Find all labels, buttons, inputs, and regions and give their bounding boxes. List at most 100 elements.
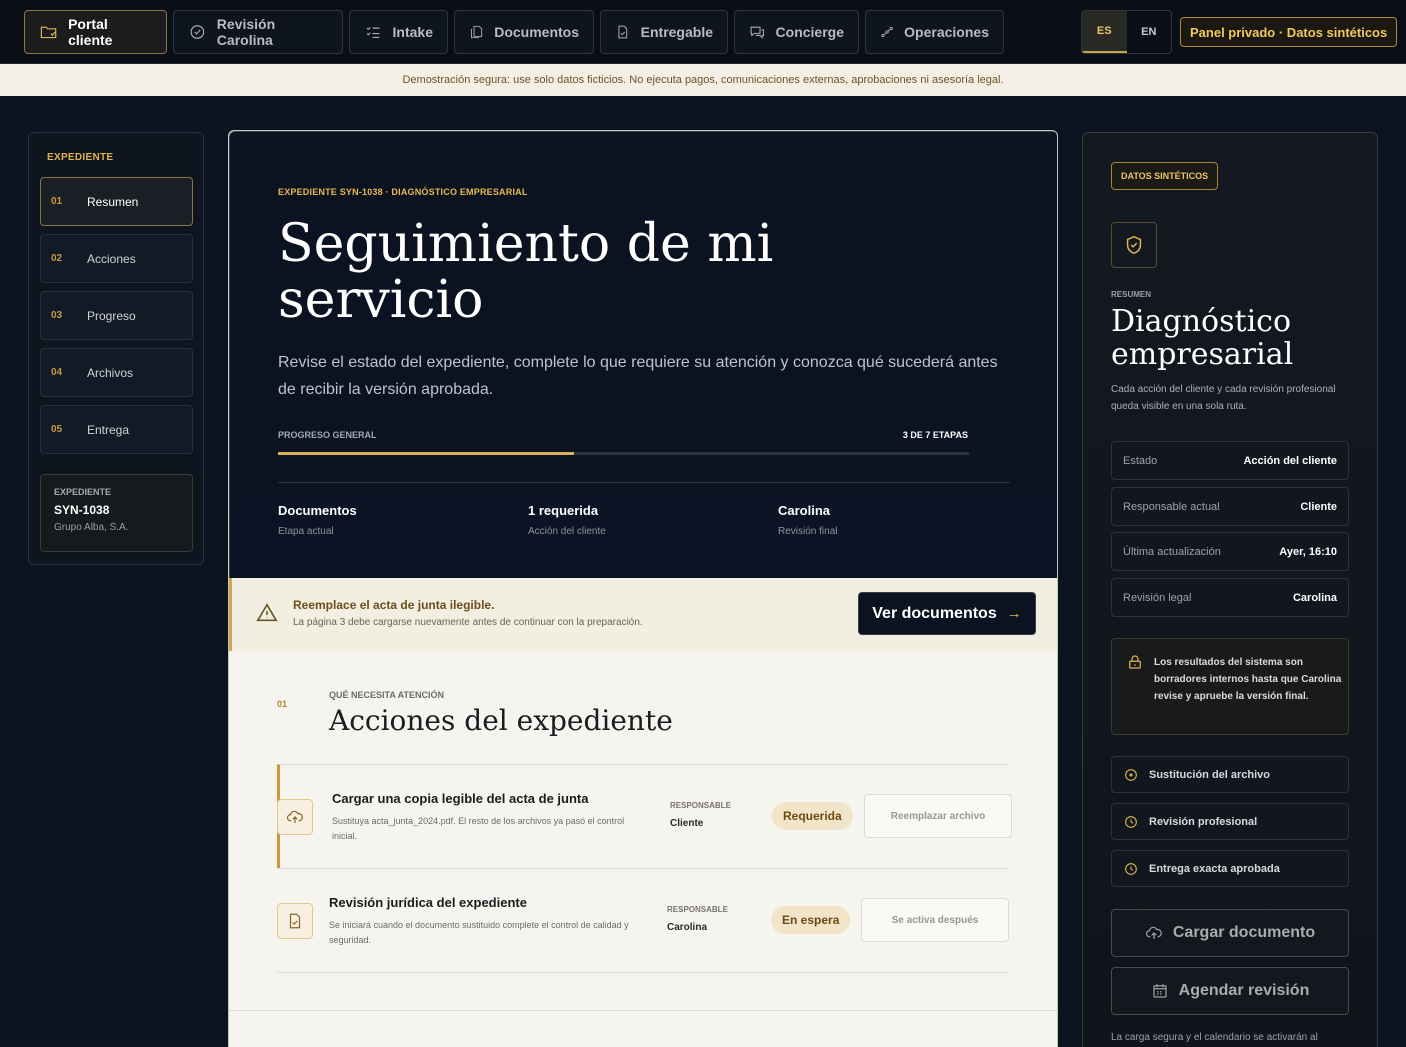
tab-revision-carolina[interactable]: Revisión Carolina: [173, 10, 343, 54]
case-card: EXPEDIENTE SYN-1038 Grupo Alba, S.A.: [40, 474, 193, 552]
section-number: 01: [277, 699, 288, 709]
action-row: Revisión jurídica del expediente Se inic…: [277, 868, 1009, 972]
owner-label: RESPONSABLE: [667, 905, 728, 914]
case-id: SYN-1038: [54, 503, 110, 517]
tab-label: Revisión Carolina: [216, 16, 276, 48]
action-description: Se iniciará cuando el documento sustitui…: [329, 920, 629, 945]
synthetic-data-badge: DATOS SINTÉTICOS: [1111, 162, 1219, 190]
step-label: Revisión profesional: [1149, 815, 1258, 828]
sidebar-item-number: 05: [51, 424, 63, 435]
list-check-icon: [366, 26, 380, 38]
stat-label: Revisión final: [778, 526, 838, 537]
action-title: Revisión jurídica del expediente: [329, 895, 527, 910]
panel-footer-note: La carga segura y el calendario se activ…: [1111, 1032, 1318, 1043]
tab-documentos[interactable]: Documentos: [454, 10, 594, 54]
kv-key: Última actualización: [1123, 545, 1221, 558]
kv-key: Responsable actual: [1123, 500, 1220, 513]
check-circle-icon: [190, 25, 205, 39]
divider: [229, 1010, 1057, 1011]
kv-value: Ayer, 16:10: [1279, 545, 1337, 558]
action-row: Cargar una copia legible del acta de jun…: [277, 764, 1012, 868]
lang-en-button[interactable]: EN: [1127, 11, 1172, 53]
button-label: Cargar documento: [1172, 924, 1316, 941]
step-label: Sustitución del archivo: [1149, 768, 1271, 781]
tab-portal-cliente[interactable]: Portal cliente: [24, 10, 167, 54]
stat-current-stage: Documentos Etapa actual: [278, 503, 357, 537]
status-row: Estado Acción del cliente: [1111, 441, 1349, 480]
sidebar-item-label: Entrega: [87, 422, 130, 437]
panel-subtitle: Cada acción del cliente y cada revisión …: [1111, 384, 1336, 412]
current-owner-row: Responsable actual Cliente: [1111, 487, 1349, 526]
kv-value: Acción del cliente: [1243, 454, 1337, 467]
language-switch: ES EN: [1081, 10, 1172, 54]
progress-bar: [278, 452, 969, 455]
tab-label: Documentos: [494, 24, 579, 40]
sidebar-item-number: 03: [51, 310, 63, 321]
activates-later-button[interactable]: Se activa después: [861, 898, 1009, 942]
legal-review-row: Revisión legal Carolina: [1111, 578, 1349, 617]
sidebar-item-label: Acciones: [87, 251, 136, 266]
schedule-review-button[interactable]: Agendar revisión: [1111, 967, 1349, 1015]
section-eyebrow: QUÉ NECESITA ATENCIÓN: [329, 690, 445, 700]
tab-entregable[interactable]: Entregable: [600, 10, 728, 54]
shield-check-icon: [1111, 222, 1157, 268]
case-card-label: EXPEDIENTE: [54, 487, 112, 497]
folder-icon: [40, 26, 57, 39]
draft-notice: Los resultados del sistema son borradore…: [1111, 638, 1349, 735]
clock-icon: [1125, 815, 1137, 828]
progress-value: 3 DE 7 ETAPAS: [902, 430, 968, 440]
alert-subtitle: La página 3 debe cargarse nuevamente ant…: [293, 617, 643, 628]
demo-banner: Demostración segura: use solo datos fict…: [0, 64, 1406, 96]
divider: [277, 972, 1009, 973]
replace-file-button[interactable]: Reemplazar archivo: [864, 794, 1012, 838]
file-check-icon: [277, 903, 313, 939]
action-description: Sustituya acta_junta_2024.pdf. El resto …: [332, 816, 625, 841]
sidebar-title: EXPEDIENTE: [47, 152, 114, 163]
view-documents-button[interactable]: Ver documentos →: [858, 592, 1036, 635]
stat-value: Carolina: [778, 503, 831, 518]
button-label: Agendar revisión: [1178, 982, 1310, 999]
stat-label: Acción del cliente: [528, 526, 606, 537]
tab-label: Entregable: [640, 24, 713, 40]
upload-document-button[interactable]: Cargar documento: [1111, 909, 1349, 957]
chat-icon: [750, 26, 764, 39]
alert-banner: Reemplace el acta de junta ilegible. La …: [229, 578, 1057, 651]
calendar-icon: [1153, 984, 1167, 998]
sidebar-item-number: 02: [51, 253, 63, 264]
actions-section: 01 QUÉ NECESITA ATENCIÓN Acciones del ex…: [229, 651, 1057, 1047]
tab-intake[interactable]: Intake: [349, 10, 448, 54]
sidebar-item-archivos[interactable]: 04 Archivos: [40, 348, 193, 397]
step-label: Entrega exacta aprobada: [1149, 862, 1280, 875]
upload-cloud-icon: [1145, 926, 1162, 939]
stat-client-action: 1 requerida Acción del cliente: [528, 503, 606, 537]
sidebar-item-resumen[interactable]: 01 Resumen: [40, 177, 193, 226]
private-panel-badge: Panel privado · Datos sintéticos: [1180, 17, 1398, 47]
panel-eyebrow: RESUMEN: [1111, 290, 1152, 299]
owner-value: Carolina: [667, 922, 708, 933]
step-approved-delivery: Entrega exacta aprobada: [1111, 850, 1349, 887]
sidebar-item-acciones[interactable]: 02 Acciones: [40, 234, 193, 283]
main-content: EXPEDIENTE SYN-1038 · DIAGNÓSTICO EMPRES…: [228, 130, 1058, 1047]
sidebar-item-entrega[interactable]: 05 Entrega: [40, 405, 193, 454]
step-file-replacement: Sustitución del archivo: [1111, 756, 1349, 793]
tab-concierge[interactable]: Concierge: [734, 10, 859, 54]
upload-cloud-icon: [277, 799, 313, 835]
tab-operaciones[interactable]: Operaciones: [865, 10, 1004, 54]
status-badge: En espera: [771, 906, 851, 934]
top-navigation: Portal cliente Revisión Carolina Intake …: [0, 0, 1406, 64]
clock-icon: [1125, 862, 1137, 875]
documents-icon: [471, 25, 483, 39]
stat-value: Documentos: [278, 503, 357, 518]
sidebar-item-number: 01: [51, 196, 63, 207]
page-title: Seguimiento de mi servicio: [278, 214, 774, 330]
tab-label: Operaciones: [904, 24, 989, 40]
target-icon: [1125, 768, 1137, 781]
sidebar-item-number: 04: [51, 367, 63, 378]
progress-label: PROGRESO GENERAL: [278, 430, 377, 440]
case-company: Grupo Alba, S.A.: [54, 522, 129, 533]
sidebar-item-label: Progreso: [87, 308, 136, 323]
action-title: Cargar una copia legible del acta de jun…: [332, 791, 589, 806]
lang-es-button[interactable]: ES: [1082, 11, 1127, 53]
summary-panel: DATOS SINTÉTICOS RESUMEN Diagnóstico emp…: [1082, 132, 1378, 1047]
sidebar-item-progreso[interactable]: 03 Progreso: [40, 291, 193, 340]
